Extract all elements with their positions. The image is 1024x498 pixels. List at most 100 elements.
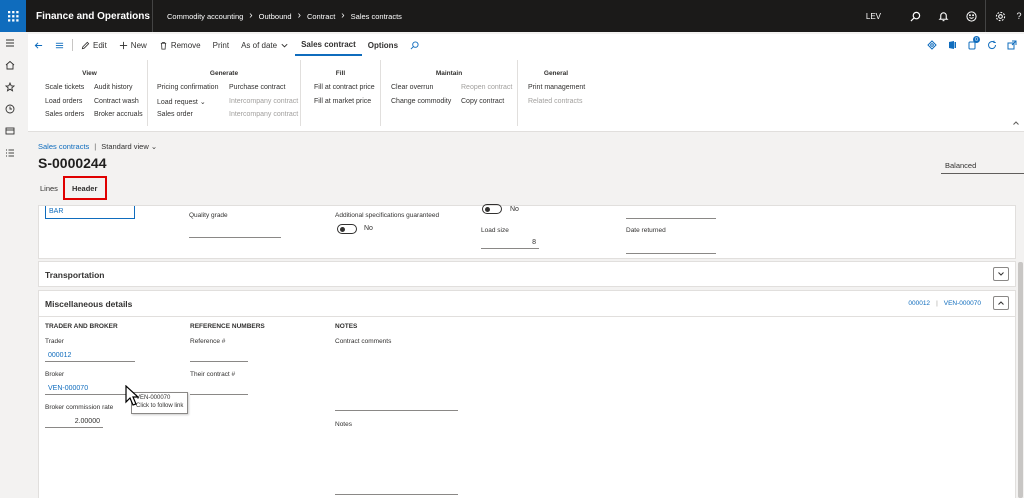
edit-button[interactable]: Edit [75,34,113,56]
divider [72,39,73,51]
additional-spec-toggle[interactable] [337,224,357,234]
clock-icon [5,104,15,114]
bar-field[interactable]: BAR [45,206,135,219]
action-bar: Edit New Remove Print As of date Sales c… [28,34,1024,56]
search-button[interactable] [901,0,929,32]
pencil-icon [81,41,90,49]
group-view: View Scale tickets Audit history Load or… [32,60,148,126]
app-launcher-button[interactable] [0,0,26,32]
group-fill: Fill Fill at contract price Fill at mark… [301,60,381,126]
nav-recent[interactable] [0,98,20,120]
tab-lines[interactable]: Lines [38,182,60,195]
trash-icon [160,41,167,50]
their-contract-field[interactable] [190,383,248,395]
date-returned-field[interactable] [626,242,716,254]
misc-collapse-button[interactable] [993,296,1009,310]
view-selector[interactable]: Standard view ⌄ [101,142,157,151]
trader-field[interactable]: 000012 [45,350,135,362]
nav-modules[interactable] [0,142,20,164]
transportation-expand-button[interactable] [993,267,1009,281]
group-generate-title: Generate [209,70,239,77]
sales-orders-button[interactable]: Sales orders [45,111,84,118]
scale-tickets-button[interactable]: Scale tickets [45,84,84,91]
status-field: Balanced [941,158,1024,174]
group-generate: Generate Pricing confirmation Purchase c… [148,60,301,126]
app-title[interactable]: Finance and Operations [36,11,152,22]
remove-button[interactable]: Remove [153,34,207,56]
fill-at-market-price-button[interactable]: Fill at market price [314,98,371,105]
nav-workspaces[interactable] [0,120,20,142]
misc-details-title[interactable]: Miscellaneous details [45,299,132,309]
print-button[interactable]: Print [207,34,235,56]
broker-field[interactable]: VEN-000070 [45,383,135,395]
broker-commission-field[interactable]: 2.00000 [45,416,103,428]
search-icon [410,40,419,49]
diamond-icon [927,40,937,50]
load-size-field[interactable]: 8 [481,237,539,249]
as-of-date-dropdown[interactable]: As of date [235,34,295,56]
clear-overrun-button[interactable]: Clear overrun [391,84,433,91]
nav-breadcrumb: Commodity accounting › Outbound › Contra… [167,11,402,21]
remove-label: Remove [170,40,201,50]
attachments-button[interactable]: 0 [964,36,980,53]
nav-favorites[interactable] [0,76,20,98]
copy-contract-button[interactable]: Copy contract [461,98,504,105]
print-management-button[interactable]: Print management [528,84,585,91]
collapse-ribbon-icon[interactable] [1012,119,1020,127]
open-new-window-button[interactable] [1004,37,1020,53]
contract-wash-button[interactable]: Contract wash [94,98,139,105]
back-button[interactable] [28,34,49,56]
contract-comments-field[interactable] [335,399,458,411]
office-button[interactable] [944,37,960,53]
attachment-count-badge: 0 [973,36,980,43]
tab-sales-contract-label: Sales contract [301,39,356,49]
change-commodity-button[interactable]: Change commodity [391,98,451,105]
page-title: S-0000244 [38,155,107,171]
purchase-contract-button[interactable]: Purchase contract [229,84,285,91]
power-apps-button[interactable] [924,37,940,53]
fill-at-contract-price-button[interactable]: Fill at contract price [314,84,375,91]
notes-field[interactable] [335,483,458,495]
help-icon: ? [1016,11,1022,21]
transportation-section[interactable]: Transportation [38,261,1016,287]
notifications-button[interactable] [929,0,957,32]
print-label: Print [212,40,230,50]
crumb-outbound[interactable]: Outbound [259,12,292,21]
feedback-button[interactable] [957,0,985,32]
settings-button[interactable] [986,0,1014,32]
tooltip-hint: Click to follow link [136,402,184,409]
load-orders-button[interactable]: Load orders [45,98,82,105]
sales-contracts-link[interactable]: Sales contracts [38,142,89,151]
page-breadcrumb: Sales contracts | Standard view ⌄ [38,142,157,151]
sales-order-button[interactable]: Sales order [157,111,193,118]
pricing-confirmation-button[interactable]: Pricing confirmation [157,84,218,91]
action-search-button[interactable] [404,34,425,56]
tab-options[interactable]: Options [362,34,404,56]
their-contract-label: Their contract # [190,371,236,378]
gear-icon [995,11,1005,21]
header-content: BAR Quality grade Additional specificati… [38,204,1016,498]
page-scrollbar[interactable] [1018,262,1023,498]
nav-menu-button[interactable] [0,32,20,54]
notes-label: Notes [335,421,352,428]
crumb-contract[interactable]: Contract [307,12,335,21]
date-field[interactable] [626,206,716,219]
load-request-dropdown[interactable]: Load request ⌄ [157,98,206,106]
menu-toggle-button[interactable] [49,34,70,56]
refresh-button[interactable] [984,37,1000,53]
new-button[interactable]: New [113,34,153,56]
top-toggle[interactable] [482,204,502,214]
nav-home[interactable] [0,54,20,76]
crumb-commodity-accounting[interactable]: Commodity accounting [167,12,243,21]
tab-options-label: Options [367,40,399,50]
crumb-sales-contracts[interactable]: Sales contracts [351,12,402,21]
broker-accruals-button[interactable]: Broker accruals [94,111,143,118]
company-picker[interactable]: LEV [866,12,881,21]
plus-icon [119,41,127,49]
tab-sales-contract[interactable]: Sales contract [295,34,362,56]
related-contracts-button: Related contracts [528,98,583,105]
audit-history-button[interactable]: Audit history [94,84,133,91]
help-button[interactable]: ? [1014,0,1024,32]
reference-field[interactable] [190,350,248,362]
quality-grade-field[interactable] [189,226,281,238]
